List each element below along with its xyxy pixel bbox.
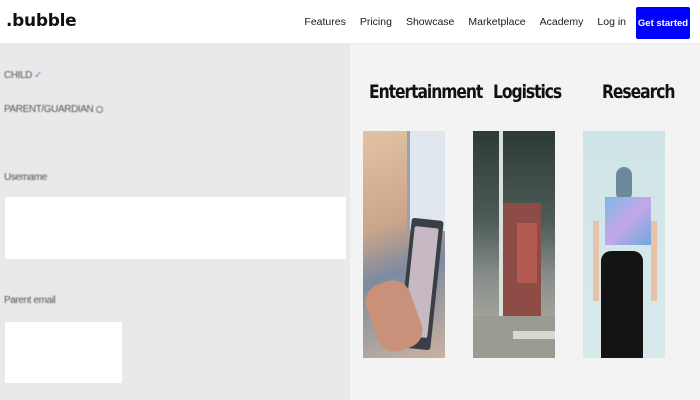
login-link[interactable]: Log in: [597, 16, 626, 28]
nav-link-showcase[interactable]: Showcase: [406, 16, 454, 28]
category-heading-logistics: Logistics: [493, 81, 562, 103]
person-holding-screen-image: [583, 131, 665, 358]
showcase-panel: Entertainment Logistics Research: [350, 44, 700, 400]
radio-icon: [96, 105, 104, 113]
nav-link-marketplace[interactable]: Marketplace: [468, 16, 525, 28]
bubble-logo[interactable]: .bubble: [6, 11, 77, 31]
parent-label: PARENT/GUARDIAN: [4, 104, 94, 115]
child-label: CHILD: [4, 70, 33, 81]
category-heading-entertainment: Entertainment: [369, 81, 483, 103]
parent-option[interactable]: PARENT/GUARDIAN: [4, 104, 104, 115]
nav-link-academy[interactable]: Academy: [540, 16, 584, 28]
child-selected-icon: ✓: [34, 70, 42, 81]
child-option[interactable]: CHILD ✓: [4, 70, 42, 81]
get-started-button[interactable]: Get started: [636, 7, 690, 39]
parent-email-input[interactable]: [5, 322, 122, 383]
username-input[interactable]: [5, 197, 346, 259]
nav-links: Features Pricing Showcase Marketplace Ac…: [290, 0, 626, 44]
top-navigation: .bubble Features Pricing Showcase Market…: [0, 0, 700, 44]
parent-email-label: Parent email: [4, 295, 56, 306]
category-heading-research: Research: [602, 81, 675, 103]
nav-link-features[interactable]: Features: [304, 16, 345, 28]
nav-link-pricing[interactable]: Pricing: [360, 16, 392, 28]
truck-on-road-image: [473, 131, 555, 358]
person-using-tablet-image: [363, 131, 445, 358]
username-label: Username: [4, 172, 47, 183]
signup-form-panel: CHILD ✓ PARENT/GUARDIAN Username Parent e…: [0, 44, 350, 400]
